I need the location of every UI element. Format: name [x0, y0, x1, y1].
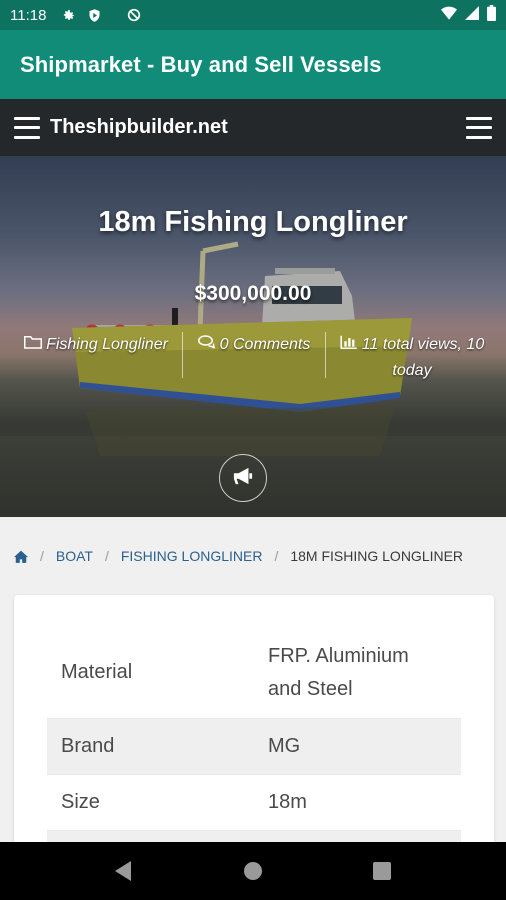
views-stat: 11 total views, 10 today — [326, 332, 506, 384]
spec-value: 18m — [254, 774, 461, 831]
breadcrumb-current: 18M FISHING LONGLINER — [290, 548, 464, 564]
table-row: Material FRP. Aluminium and Steel — [47, 628, 461, 719]
no-sync-icon — [126, 7, 142, 23]
folder-icon — [24, 332, 43, 384]
gear-icon — [60, 7, 76, 23]
status-bar: 11:18 — [0, 0, 506, 30]
spec-label: Material — [47, 628, 254, 719]
app-bar: Shipmarket - Buy and Sell Vessels — [0, 30, 506, 99]
system-nav-bar — [0, 842, 506, 900]
comments-icon — [197, 332, 216, 358]
spec-label: Brand — [47, 718, 254, 775]
breadcrumb-separator: / — [104, 548, 109, 564]
table-row: Size 18m — [47, 774, 461, 831]
spec-value: FRP. Aluminium and Steel — [254, 628, 461, 719]
breadcrumb-separator: / — [40, 548, 44, 564]
home-circle-icon — [243, 862, 262, 880]
views-label: 11 total views, 10 today — [361, 336, 485, 379]
spec-label: Size — [47, 774, 254, 831]
hero-banner: 18m Fishing Longliner $300,000.00 Fishin… — [0, 156, 506, 517]
menu-right-icon[interactable] — [466, 116, 492, 139]
announce-button[interactable] — [219, 454, 267, 502]
spec-value: MG — [254, 718, 461, 775]
breadcrumb-item-fishing-longliner[interactable]: FISHING LONGLINER — [121, 548, 263, 564]
site-header: Theshipbuilder.net — [0, 99, 506, 156]
wifi-icon — [441, 6, 457, 24]
site-name[interactable]: Theshipbuilder.net — [50, 116, 228, 139]
signal-icon — [465, 6, 479, 24]
app-title: Shipmarket - Buy and Sell Vessels — [20, 51, 382, 77]
status-time: 11:18 — [10, 6, 47, 24]
recents-button[interactable] — [362, 851, 402, 891]
menu-icon[interactable] — [14, 116, 40, 139]
table-row: Brand MG — [47, 718, 461, 775]
comments-link[interactable]: 0 Comments — [182, 332, 326, 378]
back-button[interactable] — [104, 851, 144, 891]
category-label: Fishing Longliner — [46, 336, 168, 353]
recents-icon — [372, 862, 391, 880]
spec-card: Material FRP. Aluminium and Steel Brand … — [14, 595, 494, 887]
battery-icon — [487, 5, 496, 25]
breadcrumb-separator: / — [274, 548, 279, 564]
category-link[interactable]: Fishing Longliner — [0, 332, 182, 384]
comments-label: 0 Comments — [219, 336, 311, 353]
megaphone-icon — [232, 466, 254, 491]
listing-title: 18m Fishing Longliner — [98, 206, 408, 238]
breadcrumb-item-boat[interactable]: BOAT — [56, 548, 93, 564]
breadcrumb: / BOAT / FISHING LONGLINER / 18M FISHING… — [0, 517, 506, 595]
listing-meta: Fishing Longliner 0 Comments 11 total vi… — [0, 332, 506, 384]
home-button[interactable] — [233, 851, 273, 891]
shield-play-icon — [86, 7, 102, 23]
home-icon[interactable] — [14, 550, 28, 563]
listing-price: $300,000.00 — [194, 282, 312, 305]
bar-chart-icon — [340, 332, 358, 358]
back-icon — [115, 861, 132, 881]
